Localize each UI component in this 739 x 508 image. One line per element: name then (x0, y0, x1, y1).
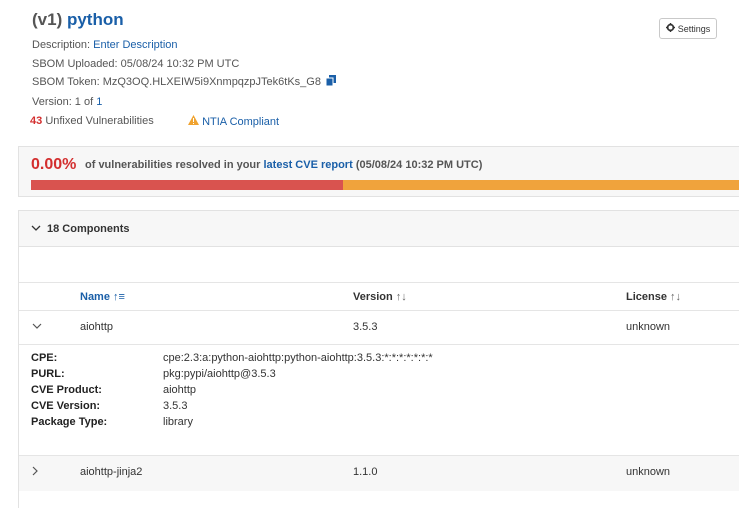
chevron-right-icon[interactable] (32, 466, 39, 479)
settings-button[interactable]: Settings (659, 18, 717, 39)
detail-value: pkg:pypi/aiohttp@3.5.3 (163, 368, 276, 380)
description-line: Description: Enter Description (32, 36, 336, 55)
gear-icon (665, 23, 675, 34)
resolved-prefix: of vulnerabilities resolved in your (85, 159, 261, 171)
description-label: Description: (32, 39, 91, 51)
latest-cve-report-link[interactable]: latest CVE report (264, 159, 353, 171)
sort-icon: ↑↓ (395, 291, 407, 303)
version-link[interactable]: 1 (96, 96, 102, 108)
enter-description-link[interactable]: Enter Description (93, 39, 177, 51)
column-label: Version (353, 291, 393, 303)
resolved-text: of vulnerabilities resolved in your late… (85, 159, 482, 171)
table-row[interactable]: aiohttp 3.5.3 unknown (19, 311, 739, 344)
detail-label: PURL: (31, 368, 65, 380)
token-line: SBOM Token: MzQ3OQ.HLXEIW5i9XnmpqzpJTek6… (32, 73, 337, 93)
sort-icon: ↑≡ (112, 291, 125, 303)
cve-report-summary: 0.00% of vulnerabilities resolved in you… (18, 146, 739, 197)
page-title: (v1) python (32, 10, 336, 30)
sbom-header: (v1) python Description: Enter Descripti… (32, 10, 337, 112)
detail-value: aiohttp (163, 384, 197, 396)
token-text: SBOM Token: MzQ3OQ.HLXEIW5i9XnmpqzpJTek6… (32, 76, 321, 88)
components-panel-header[interactable]: 18 Components (18, 210, 739, 247)
chevron-down-icon[interactable] (32, 321, 42, 333)
version-tag: (v1) (32, 10, 63, 29)
ntia-status[interactable]: NTIA Compliant (188, 115, 279, 128)
sort-icon: ↑↓ (669, 291, 681, 303)
version-label: Version: 1 of (32, 95, 94, 108)
ntia-label: NTIA Compliant (202, 116, 280, 128)
uploaded-line: SBOM Uploaded: 05/08/24 10:32 PM UTC (32, 57, 240, 70)
detail-value: cpe:2.3:a:python-aiohttp:python-aiohttp:… (163, 352, 433, 364)
detail-label: CPE: (31, 352, 58, 364)
column-header-version[interactable]: Version ↑↓ (353, 291, 407, 303)
table-row[interactable]: aiohttp-jinja2 1.1.0 unknown (19, 456, 739, 491)
table-header-row: Name ↑≡ Version ↑↓ License ↑↓ (19, 282, 739, 311)
component-name: aiohttp (80, 321, 114, 333)
column-label: License (626, 291, 667, 303)
vuln-label: Unfixed Vulnerabilities (45, 115, 154, 127)
component-name: aiohttp-jinja2 (80, 466, 143, 478)
resolved-percent: 0.00% (31, 156, 77, 173)
component-details: CPE: cpe:2.3:a:python-aiohttp:python-aio… (19, 344, 739, 456)
detail-label: Package Type: (31, 416, 108, 428)
chevron-down-icon (31, 223, 41, 235)
component-license: unknown (626, 321, 671, 333)
detail-label: CVE Product: (31, 384, 102, 396)
column-header-name[interactable]: Name ↑≡ (80, 291, 125, 303)
component-license: unknown (626, 466, 671, 478)
component-version: 1.1.0 (353, 466, 378, 478)
version-line: Version: 1 of 1 (32, 93, 336, 112)
vuln-count: 43 (30, 115, 43, 127)
components-table: Name ↑≡ Version ↑↓ License ↑↓ aiohttp 3.5.3… (18, 247, 739, 508)
resolution-progress-bar (31, 180, 739, 190)
column-label: Name (80, 291, 110, 303)
settings-label: Settings (677, 23, 711, 34)
detail-label: CVE Version: (31, 400, 101, 412)
progress-fill (31, 180, 343, 190)
unfixed-vulnerabilities[interactable]: 43 Unfixed Vulnerabilities (30, 115, 154, 127)
detail-value: 3.5.3 (163, 400, 188, 412)
report-date: (05/08/24 10:32 PM UTC) (355, 159, 483, 171)
column-header-license[interactable]: License ↑↓ (626, 291, 681, 303)
component-version: 3.5.3 (353, 321, 378, 333)
detail-value: library (163, 416, 193, 428)
warning-icon (188, 115, 202, 128)
copy-icon[interactable] (325, 74, 337, 93)
sbom-name: python (66, 10, 124, 29)
components-header: 18 Components (47, 222, 130, 235)
